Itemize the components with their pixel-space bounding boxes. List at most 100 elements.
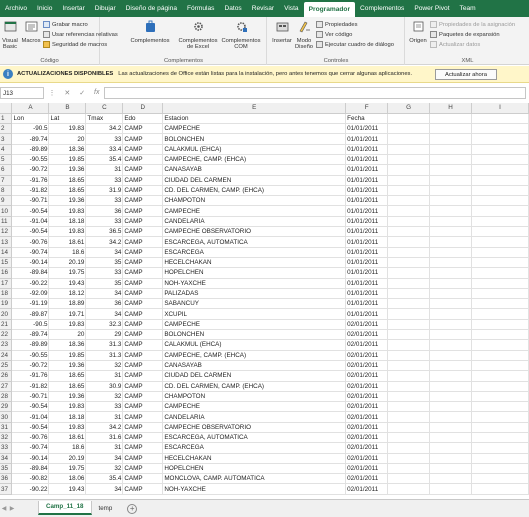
cell[interactable]: -89.84: [11, 463, 50, 475]
cell[interactable]: 19.83: [48, 422, 87, 434]
ribbon-tab-power-pivot[interactable]: Power Pivot: [409, 0, 454, 17]
sheet-tab-temp[interactable]: temp: [92, 502, 120, 516]
visual-basic-button[interactable]: Visual Basic: [1, 20, 19, 51]
row-header[interactable]: 20: [0, 308, 13, 320]
ejecutar-cuadro-button[interactable]: Ejecutar cuadro de diálogo: [316, 41, 394, 48]
cell[interactable]: CAMP: [122, 411, 164, 423]
cell[interactable]: CAMP: [122, 391, 164, 403]
cell[interactable]: 18.36: [48, 144, 87, 155]
cell[interactable]: 01/01/2011: [345, 216, 389, 228]
cell[interactable]: NOH-YAXCHE: [162, 483, 347, 495]
actualizar-datos-button[interactable]: Actualizar datos: [430, 41, 480, 48]
cell[interactable]: [429, 247, 473, 258]
cell[interactable]: [471, 360, 529, 372]
cell[interactable]: [387, 339, 431, 351]
cell[interactable]: CAMP: [122, 247, 164, 258]
cell[interactable]: [471, 391, 529, 403]
cell[interactable]: 19.36: [48, 164, 87, 176]
cell[interactable]: 34.2: [85, 236, 124, 248]
cell[interactable]: [471, 175, 529, 186]
cell[interactable]: [429, 453, 473, 464]
cell[interactable]: CAMP: [122, 216, 164, 228]
cell[interactable]: -90.22: [11, 278, 50, 289]
cell[interactable]: 36: [85, 205, 124, 217]
cell[interactable]: 02/01/2011: [345, 483, 389, 495]
cell[interactable]: [429, 154, 473, 166]
cell[interactable]: [429, 308, 473, 320]
cell[interactable]: CAMP: [122, 401, 164, 413]
cell[interactable]: 30.9: [85, 381, 124, 392]
worksheet-grid[interactable]: ABCDEFGHI 1 Lon Lat Tmax Edo Estacion Fecha 2 -9…: [0, 103, 529, 498]
ribbon-tab-diseño-de-página[interactable]: Diseño de página: [121, 0, 182, 17]
cell[interactable]: CAMP: [122, 288, 164, 300]
cell[interactable]: -90.55: [11, 154, 50, 166]
cell[interactable]: -90.82: [11, 473, 50, 485]
cell[interactable]: CANDELARIA: [162, 216, 347, 228]
cell[interactable]: 01/01/2011: [345, 247, 389, 258]
cell[interactable]: 02/01/2011: [345, 350, 389, 361]
cell[interactable]: [387, 483, 431, 495]
cell[interactable]: [471, 123, 529, 135]
cell[interactable]: [429, 463, 473, 475]
cell[interactable]: 02/01/2011: [345, 422, 389, 434]
cell[interactable]: CAMPECHE: [162, 319, 347, 331]
cell[interactable]: 19.75: [48, 267, 87, 279]
cell[interactable]: 01/01/2011: [345, 205, 389, 217]
row-header[interactable]: 14: [0, 247, 13, 258]
row-header[interactable]: 32: [0, 432, 13, 444]
cell[interactable]: -90.74: [11, 442, 50, 454]
cell[interactable]: Lat: [48, 113, 87, 125]
cell[interactable]: 01/01/2011: [345, 308, 389, 320]
cell[interactable]: 35.4: [85, 473, 124, 485]
cell[interactable]: [387, 144, 431, 155]
column-header-h[interactable]: H: [429, 103, 473, 114]
cell[interactable]: CAMP: [122, 473, 164, 485]
cell[interactable]: CAMPECHE OBSERVATORIO: [162, 226, 347, 238]
cell[interactable]: [471, 319, 529, 331]
row-header[interactable]: 21: [0, 319, 13, 331]
cell[interactable]: 35.4: [85, 154, 124, 166]
cell[interactable]: 18.06: [48, 473, 87, 485]
ribbon-tab-revisar[interactable]: Revisar: [247, 0, 279, 17]
cell[interactable]: -90.55: [11, 350, 50, 361]
cell[interactable]: MONCLOVA, CAMP. AUTOMATICA: [162, 473, 347, 485]
cell[interactable]: CAMP: [122, 298, 164, 310]
cell[interactable]: -90.72: [11, 360, 50, 372]
cell[interactable]: CAMP: [122, 463, 164, 475]
cell[interactable]: 31: [85, 442, 124, 454]
row-header[interactable]: 34: [0, 453, 13, 464]
formula-input[interactable]: [104, 87, 526, 99]
cell[interactable]: [387, 226, 431, 238]
row-header[interactable]: 33: [0, 442, 13, 454]
cell[interactable]: [429, 144, 473, 155]
cell[interactable]: [429, 216, 473, 228]
cell[interactable]: 18.6: [48, 247, 87, 258]
cell[interactable]: [471, 442, 529, 454]
cell[interactable]: [471, 164, 529, 176]
cell[interactable]: 19.43: [48, 278, 87, 289]
insertar-control-button[interactable]: Insertar: [270, 20, 294, 44]
cell[interactable]: 01/01/2011: [345, 175, 389, 186]
cell[interactable]: [429, 329, 473, 341]
cell[interactable]: [429, 298, 473, 310]
cell[interactable]: 18.61: [48, 432, 87, 444]
cell[interactable]: 34: [85, 288, 124, 300]
cell[interactable]: 33.4: [85, 144, 124, 155]
cell[interactable]: SABANCUY: [162, 298, 347, 310]
cell[interactable]: ESCARCEGA: [162, 247, 347, 258]
cell[interactable]: 02/01/2011: [345, 463, 389, 475]
cell[interactable]: [429, 360, 473, 372]
cell[interactable]: 01/01/2011: [345, 144, 389, 155]
cell[interactable]: -90.54: [11, 226, 50, 238]
cell[interactable]: [387, 133, 431, 145]
cell[interactable]: [471, 308, 529, 320]
cell[interactable]: CAMP: [122, 175, 164, 186]
cell[interactable]: 01/01/2011: [345, 123, 389, 135]
cell[interactable]: [429, 113, 473, 125]
cell[interactable]: [429, 164, 473, 176]
cell[interactable]: 02/01/2011: [345, 370, 389, 382]
cell[interactable]: CAMP: [122, 339, 164, 351]
cell[interactable]: [429, 267, 473, 279]
cell[interactable]: [387, 175, 431, 186]
cell[interactable]: CAMP: [122, 350, 164, 361]
